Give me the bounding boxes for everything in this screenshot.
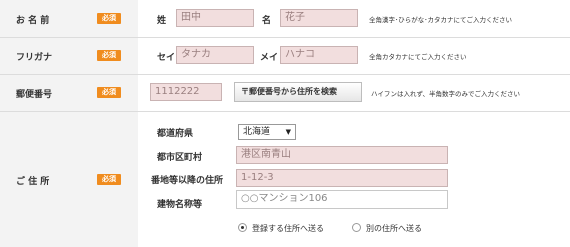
last-name-input[interactable]: 田中 — [176, 9, 254, 27]
first-name-input[interactable]: 花子 — [280, 9, 358, 27]
last-kana-input[interactable]: タナカ — [176, 46, 254, 64]
postal-code-input[interactable]: 1112222 — [150, 83, 222, 101]
prefecture-label: 都道府県 — [157, 129, 194, 139]
street-input[interactable]: 1-12-3 — [236, 169, 448, 187]
kana-hint: 全角カタカナにてご入力ください — [369, 53, 467, 61]
first-kana-label: メイ — [260, 53, 279, 63]
name-row: お 名 前 必須 姓 田中 名 花子 全角漢字･ひらがな･カタカナにてご入力くだ… — [0, 0, 570, 38]
radio-registered-address[interactable] — [238, 223, 247, 232]
postal-search-button[interactable]: 〒郵便番号から住所を検索 — [234, 82, 362, 102]
required-badge: 必須 — [97, 13, 121, 24]
required-badge: 必須 — [97, 87, 121, 98]
kana-row: フリガナ 必須 セイ タナカ メイ ハナコ 全角カタカナにてご入力ください — [0, 38, 570, 75]
last-name-label: 姓 — [157, 16, 167, 26]
prefecture-select[interactable]: 北海道 ▼ — [238, 124, 296, 140]
shipping-form: お 名 前 必須 姓 田中 名 花子 全角漢字･ひらがな･カタカナにてご入力くだ… — [0, 0, 570, 247]
name-label: お 名 前 — [16, 16, 50, 26]
required-badge: 必須 — [97, 174, 121, 185]
first-name-label: 名 — [262, 16, 272, 26]
building-label: 建物名称等 — [157, 200, 203, 210]
postal-hint: ハイフンは入れず、半角数字のみでご入力ください — [371, 90, 521, 98]
city-label: 都市区町村 — [157, 153, 203, 163]
radio-other-label: 別の住所へ送る — [366, 224, 422, 233]
radio-registered-label: 登録する住所へ送る — [252, 224, 324, 233]
postal-row: 郵便番号 必須 1112222 〒郵便番号から住所を検索 ハイフンは入れず、半角… — [0, 75, 570, 112]
name-hint: 全角漢字･ひらがな･カタカナにてご入力ください — [369, 16, 512, 24]
last-kana-label: セイ — [157, 53, 176, 63]
first-kana-input[interactable]: ハナコ — [280, 46, 358, 64]
building-input[interactable]: ○○マンション106 — [236, 190, 448, 209]
postal-label: 郵便番号 — [16, 90, 53, 100]
address-row: ご 住 所 必須 都道府県 北海道 ▼ 都市区町村 港区南青山 番地等以降の住所… — [0, 112, 570, 247]
chevron-down-icon: ▼ — [285, 128, 291, 136]
kana-label: フリガナ — [16, 53, 53, 63]
city-input[interactable]: 港区南青山 — [236, 146, 448, 164]
address-label: ご 住 所 — [16, 177, 50, 187]
required-badge: 必須 — [97, 50, 121, 61]
radio-other-address[interactable] — [352, 223, 361, 232]
street-label: 番地等以降の住所 — [151, 176, 224, 186]
prefecture-value: 北海道 — [243, 127, 271, 137]
